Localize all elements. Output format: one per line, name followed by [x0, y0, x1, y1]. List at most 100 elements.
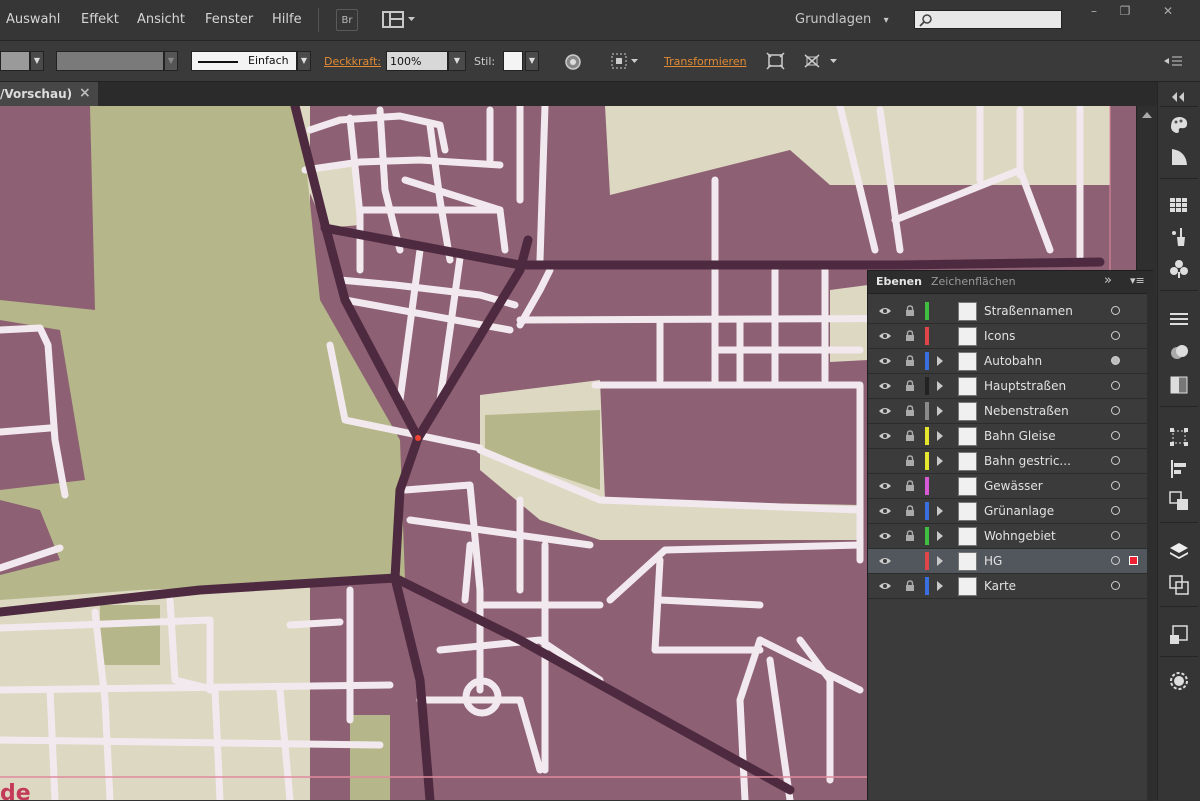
layer-name[interactable]: HG [984, 554, 1002, 568]
layer-row[interactable]: Bahn gestric... [868, 449, 1147, 474]
expand-arrow-icon[interactable] [937, 406, 943, 416]
menu-hilfe[interactable]: Hilfe [272, 12, 302, 27]
target-circle-icon[interactable] [1111, 581, 1120, 590]
color-icon[interactable] [1168, 114, 1190, 136]
tab-layers[interactable]: Ebenen [876, 275, 922, 288]
expand-arrow-icon[interactable] [937, 431, 943, 441]
layer-row[interactable]: Grünanlage [868, 499, 1147, 524]
eye-icon[interactable] [878, 506, 892, 516]
expand-arrow-icon[interactable] [937, 506, 943, 516]
brushes-icon[interactable] [1168, 226, 1190, 248]
eye-icon[interactable] [878, 356, 892, 366]
graphic-style-swatch[interactable] [503, 51, 523, 71]
links-icon[interactable] [1168, 624, 1190, 646]
layer-row[interactable]: Icons [868, 324, 1147, 349]
document-tab[interactable]: /Vorschau) × [0, 82, 98, 106]
layer-row[interactable]: Wohngebiet [868, 524, 1147, 549]
layer-name[interactable]: Gewässer [984, 479, 1043, 493]
lock-icon[interactable] [905, 405, 915, 417]
lock-icon[interactable] [905, 430, 915, 442]
scroll-up-icon[interactable] [1137, 108, 1157, 122]
layer-row[interactable]: Gewässer [868, 474, 1147, 499]
target-circle-icon[interactable] [1111, 356, 1120, 365]
maximize-button[interactable]: ❐ [1116, 4, 1134, 18]
panel-menu-icon[interactable]: ▾≡ [1130, 274, 1145, 287]
menu-auswahl[interactable]: Auswahl [6, 12, 60, 27]
minimize-button[interactable]: – [1085, 4, 1103, 18]
lock-icon[interactable] [905, 455, 915, 467]
eye-icon[interactable] [878, 306, 892, 316]
target-circle-icon[interactable] [1111, 556, 1120, 565]
search-input[interactable] [935, 12, 1059, 28]
layer-name[interactable]: Wohngebiet [984, 529, 1056, 543]
lock-icon[interactable] [905, 355, 915, 367]
eye-icon[interactable] [878, 381, 892, 391]
layer-name[interactable]: Autobahn [984, 354, 1042, 368]
layer-row[interactable]: Straßennamen [868, 299, 1147, 324]
collapse-panel-icon[interactable]: » [1104, 273, 1112, 288]
menu-ansicht[interactable]: Ansicht [137, 12, 185, 27]
isolate-icon[interactable] [766, 52, 786, 70]
layer-name[interactable]: Nebenstraßen [984, 404, 1069, 418]
lock-icon[interactable] [905, 530, 915, 542]
target-circle-icon[interactable] [1111, 381, 1120, 390]
layers-icon[interactable] [1168, 540, 1190, 562]
eye-icon[interactable] [878, 406, 892, 416]
tab-artboards[interactable]: Zeichenflächen [931, 275, 1016, 288]
layer-name[interactable]: Bahn gestric... [984, 454, 1071, 468]
target-circle-icon[interactable] [1111, 306, 1120, 315]
expand-arrow-icon[interactable] [937, 381, 943, 391]
layer-name[interactable]: Karte [984, 579, 1016, 593]
opacity-dropdown[interactable]: ▼ [448, 51, 466, 71]
artboards-icon[interactable] [1168, 574, 1190, 596]
layers-scrollbar[interactable] [1147, 293, 1153, 801]
align-to-icon[interactable] [610, 52, 640, 70]
close-tab-icon[interactable]: × [79, 85, 91, 101]
bridge-button[interactable]: Br [336, 9, 358, 31]
expand-arrow-icon[interactable] [937, 581, 943, 591]
expand-arrow-icon[interactable] [937, 456, 943, 466]
layer-name[interactable]: Grünanlage [984, 504, 1054, 518]
panel-menu-icon[interactable] [1163, 55, 1183, 67]
stroke-swatch[interactable] [56, 51, 164, 71]
search-field[interactable] [914, 10, 1062, 29]
layer-row[interactable]: Nebenstraßen [868, 399, 1147, 424]
lock-icon[interactable] [905, 480, 915, 492]
swatches-icon[interactable] [1168, 194, 1190, 216]
transform-link[interactable]: Transformieren [664, 55, 747, 68]
menu-fenster[interactable]: Fenster [205, 12, 253, 27]
target-circle-icon[interactable] [1111, 456, 1120, 465]
stroke-dropdown[interactable]: ▼ [164, 51, 178, 71]
selection-indicator[interactable] [1129, 556, 1138, 565]
menu-effekt[interactable]: Effekt [81, 12, 119, 27]
layer-name[interactable]: Icons [984, 329, 1015, 343]
fill-dropdown[interactable]: ▼ [30, 51, 44, 71]
target-circle-icon[interactable] [1111, 531, 1120, 540]
expand-arrow-icon[interactable] [937, 531, 943, 541]
eye-icon[interactable] [878, 556, 892, 566]
eye-icon[interactable] [878, 431, 892, 441]
stroke-style-field[interactable]: Einfach [191, 51, 297, 71]
opacity-input[interactable]: 100% [386, 51, 448, 71]
stroke-style-dropdown[interactable]: ▼ [297, 51, 311, 71]
target-circle-icon[interactable] [1111, 431, 1120, 440]
workspace-switcher[interactable]: Grundlagen ▾ [795, 12, 889, 27]
opacity-label[interactable]: Deckkraft: [324, 55, 381, 68]
close-window-button[interactable]: ✕ [1159, 4, 1177, 18]
target-circle-icon[interactable] [1111, 406, 1120, 415]
transparency-icon[interactable] [1168, 374, 1190, 396]
target-circle-icon[interactable] [1111, 331, 1120, 340]
graphic-style-dropdown[interactable]: ▼ [525, 51, 539, 71]
layer-row[interactable]: Autobahn [868, 349, 1147, 374]
stroke-icon[interactable] [1168, 308, 1190, 330]
gradient-icon[interactable] [1168, 342, 1190, 364]
color-guide-icon[interactable] [1168, 146, 1190, 168]
layer-row[interactable]: Bahn Gleise [868, 424, 1147, 449]
target-circle-icon[interactable] [1111, 481, 1120, 490]
eye-icon[interactable] [878, 531, 892, 541]
arrange-documents-button[interactable] [382, 11, 416, 29]
appearance-icon[interactable] [1168, 670, 1190, 692]
lock-icon[interactable] [905, 305, 915, 317]
lock-toggle[interactable] [905, 555, 915, 567]
eye-icon[interactable] [878, 581, 892, 591]
